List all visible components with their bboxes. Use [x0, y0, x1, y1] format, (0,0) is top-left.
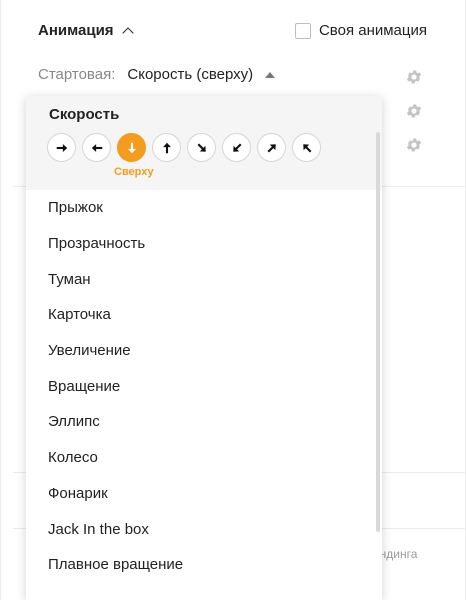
dropdown-caret-up-icon[interactable] [265, 71, 276, 78]
animation-option[interactable]: Туман [26, 261, 382, 297]
arrow-down-right-icon [197, 143, 206, 152]
start-animation-label: Стартовая: [38, 66, 116, 83]
animation-option[interactable]: Вращение [26, 368, 382, 404]
speed-group-title: Скорость [49, 106, 120, 123]
custom-animation-checkbox[interactable] [294, 22, 311, 39]
animation-option[interactable]: Карточка [26, 297, 382, 333]
direction-up-left-button[interactable] [292, 133, 321, 162]
direction-up-right-button[interactable] [257, 133, 286, 162]
start-animation-select[interactable]: Скорость (сверху) [127, 66, 253, 83]
arrow-up-left-icon [302, 143, 311, 152]
animation-dropdown: Скорость Сверху Прыжок Прозрачность Тума… [26, 96, 382, 600]
direction-left-button[interactable] [82, 133, 111, 162]
start-animation-row: Стартовая: Скорость (сверху) [38, 66, 276, 83]
section-title: Анимация [38, 22, 114, 39]
animation-option[interactable]: Прыжок [26, 190, 382, 226]
chevron-up-icon [121, 27, 134, 39]
animation-option[interactable]: Плавное вращение [26, 547, 382, 583]
custom-animation-option[interactable]: Своя анимация [294, 22, 427, 39]
gear-icon[interactable] [405, 102, 423, 120]
animation-option[interactable]: Фонарик [26, 476, 382, 512]
animation-section-toggle[interactable]: Анимация [38, 22, 134, 39]
gear-icon[interactable] [405, 136, 423, 154]
speed-group: Скорость Сверху [26, 96, 382, 190]
direction-up-button[interactable] [152, 133, 181, 162]
arrow-down-left-icon [232, 143, 241, 152]
animation-list: Прыжок Прозрачность Туман Карточка Увели… [26, 190, 382, 583]
custom-animation-label: Своя анимация [318, 22, 427, 39]
direction-down-right-button[interactable] [187, 133, 216, 162]
direction-selector [47, 133, 321, 162]
animation-option[interactable]: Колесо [26, 440, 382, 476]
arrow-up-icon [162, 142, 171, 153]
animation-option[interactable]: Эллипс [26, 404, 382, 440]
arrow-down-icon [127, 142, 136, 153]
arrow-left-icon [91, 143, 102, 152]
selected-direction-label: Сверху [114, 166, 154, 178]
animation-option[interactable]: Прозрачность [26, 226, 382, 262]
animation-option[interactable]: Jack In the box [26, 511, 382, 547]
direction-down-button[interactable] [117, 133, 146, 162]
direction-right-button[interactable] [47, 133, 76, 162]
arrow-up-right-icon [267, 143, 276, 152]
arrow-right-icon [56, 143, 67, 152]
gear-icon[interactable] [405, 68, 423, 86]
dropdown-scrollbar[interactable] [376, 132, 380, 532]
direction-down-left-button[interactable] [222, 133, 251, 162]
animation-option[interactable]: Увеличение [26, 333, 382, 369]
